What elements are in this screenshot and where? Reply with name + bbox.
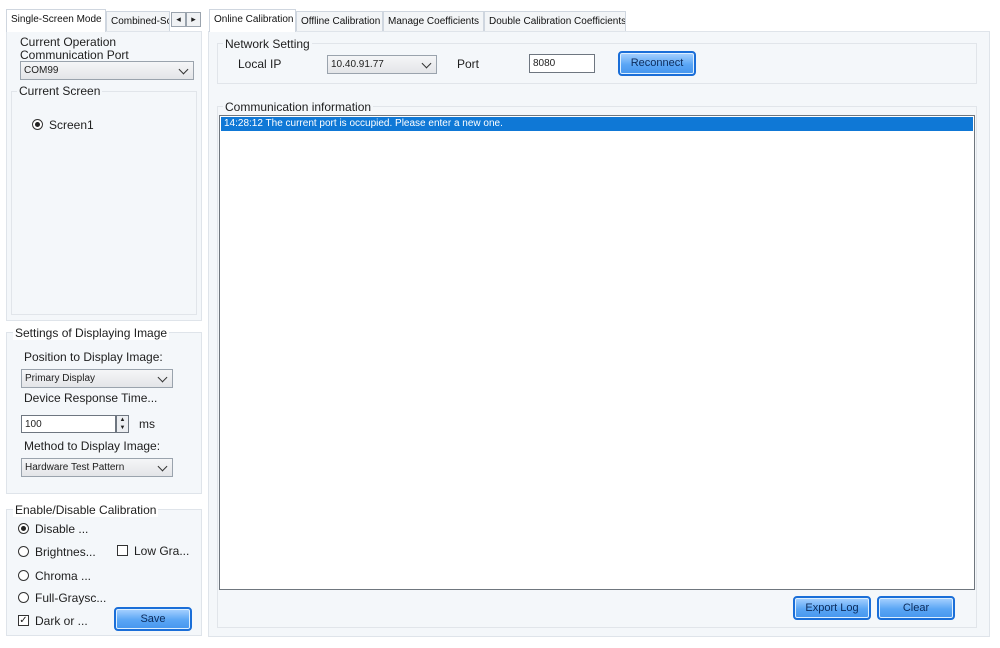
checkmark-icon: ✓ [19,615,28,626]
tab-scroll-left-button[interactable]: ◂ [171,12,186,27]
tab-label: Combined-Sc [111,16,170,27]
tab-double-calibration-coefficients[interactable]: Double Calibration Coefficients [484,11,626,31]
dark-label[interactable]: Dark or ... [35,614,88,628]
response-time-input[interactable]: 100 [21,415,116,433]
log-entry-selected[interactable]: 14:28:12 The current port is occupied. P… [221,117,973,131]
tab-label: Single-Screen Mode [11,14,102,25]
chevron-down-icon [421,58,432,69]
reconnect-button[interactable]: Reconnect [618,51,696,76]
response-time-label: Device Response Time... [24,391,158,405]
position-select[interactable]: Primary Display [21,369,173,388]
tab-manage-coefficients[interactable]: Manage Coefficients [383,11,484,31]
select-value: Primary Display [25,373,96,384]
tab-single-screen-mode[interactable]: Single-Screen Mode [6,9,106,32]
current-screen-label: Current Screen [17,84,103,98]
export-log-button[interactable]: Export Log [793,596,871,620]
save-button[interactable]: Save [114,607,192,631]
brightness-label[interactable]: Brightnes... [35,545,96,559]
chevron-right-icon: ▸ [191,14,196,24]
tab-scroll-right-button[interactable]: ▸ [186,12,201,27]
response-unit: ms [139,417,155,431]
screen1-label[interactable]: Screen1 [49,118,94,132]
local-ip-label: Local IP [238,57,282,71]
display-settings-title: Settings of Displaying Image [13,326,170,340]
chevron-down-icon [157,461,168,472]
port-input[interactable]: 8080 [529,54,595,73]
low-gray-label[interactable]: Low Gra... [134,544,189,558]
low-gray-checkbox[interactable] [117,545,128,556]
dark-checkbox[interactable]: ✓ [18,615,29,626]
tab-label: Double Calibration Coefficients [489,16,626,27]
response-time-stepper[interactable]: ▲ ▼ [116,415,129,433]
chroma-label[interactable]: Chroma ... [35,569,91,583]
tab-label: Offline Calibration [301,16,381,27]
brightness-radio[interactable] [18,546,29,557]
chevron-down-icon [157,372,168,383]
tab-label: Online Calibration [214,14,294,25]
network-setting-title: Network Setting [223,37,312,51]
tab-combined-screen-mode[interactable]: Combined-Sc [106,11,170,31]
chevron-down-icon [178,64,189,75]
position-label: Position to Display Image: [24,350,163,364]
chevron-left-icon: ◂ [176,14,181,24]
tab-offline-calibration[interactable]: Offline Calibration [296,11,383,31]
log-entry-text: 14:28:12 The current port is occupied. P… [224,118,503,129]
select-value: 10.40.91.77 [331,59,384,70]
port-label-line1: Current Operation [20,35,117,49]
method-select[interactable]: Hardware Test Pattern [21,458,173,477]
input-value: 100 [25,419,42,430]
chroma-radio[interactable] [18,570,29,581]
full-grayscale-label[interactable]: Full-Graysc... [35,591,106,605]
local-ip-select[interactable]: 10.40.91.77 [327,55,437,74]
select-value: Hardware Test Pattern [25,462,125,473]
method-label: Method to Display Image: [24,439,161,453]
screen1-radio[interactable] [32,119,43,130]
full-grayscale-radio[interactable] [18,592,29,603]
tab-label: Manage Coefficients [388,16,479,27]
port-label-line2: Communication Port [20,48,129,62]
tab-online-calibration[interactable]: Online Calibration [209,9,296,32]
communication-log-list[interactable]: 14:28:12 The current port is occupied. P… [219,115,975,590]
port-label: Port [457,57,480,71]
select-value: COM99 [24,65,59,76]
communication-port-select[interactable]: COM99 [20,61,194,80]
disable-radio[interactable] [18,523,29,534]
clear-button[interactable]: Clear [877,596,955,620]
disable-label[interactable]: Disable ... [35,522,88,536]
communication-title: Communication information [223,100,374,114]
input-value: 8080 [533,58,556,69]
calibration-title: Enable/Disable Calibration [13,503,159,517]
